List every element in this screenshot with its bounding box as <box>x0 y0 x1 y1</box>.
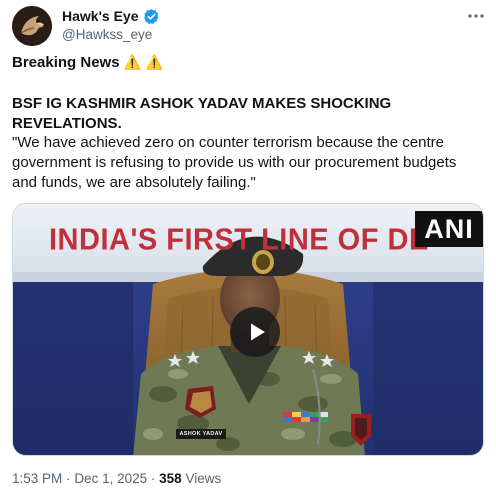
uniform-name-tag: ASHOK YADAV <box>176 429 226 439</box>
author-name-row[interactable]: Hawk's Eye <box>62 7 160 25</box>
tweet-card: Hawk's Eye @Hawkss_eye Breaking News ⚠️ … <box>0 0 496 494</box>
meta-separator: · <box>66 471 71 486</box>
tweet-time[interactable]: 1:53 PM <box>12 471 62 486</box>
avatar[interactable] <box>12 6 52 46</box>
author-handle[interactable]: @Hawkss_eye <box>62 26 152 44</box>
views-count[interactable]: 358 <box>159 471 182 486</box>
tweet-text-breaking: Breaking News ⚠️ ⚠️ <box>12 53 484 73</box>
verified-badge-icon <box>143 8 158 24</box>
ani-watermark: ANI <box>415 211 483 247</box>
tweet-quote: "We have achieved zero on counter terror… <box>12 134 457 191</box>
more-horizontal-icon[interactable] <box>466 8 486 24</box>
play-button[interactable] <box>230 307 280 357</box>
tweet-date[interactable]: Dec 1, 2025 <box>74 471 147 486</box>
author-display-name[interactable]: Hawk's Eye <box>62 7 139 25</box>
play-icon <box>250 323 265 341</box>
breaking-label: Breaking News <box>12 54 120 71</box>
meta-separator: · <box>150 471 156 486</box>
views-label: Views <box>185 471 222 486</box>
video-player[interactable]: INDIA'S FIRST LINE OF DE ANI ASHOK YADAV <box>12 203 484 456</box>
tweet-headline: BSF IG KASHMIR ASHOK YADAV MAKES SHOCKIN… <box>12 95 392 132</box>
warning-icon: ⚠️ ⚠️ <box>123 55 164 71</box>
more-dots-icon <box>468 14 484 18</box>
tweet-metadata: 1:53 PM · Dec 1, 2025 · 358 Views <box>12 470 221 488</box>
hawk-logo-icon <box>12 6 52 46</box>
video-banner-text: INDIA'S FIRST LINE OF DE <box>49 223 429 257</box>
